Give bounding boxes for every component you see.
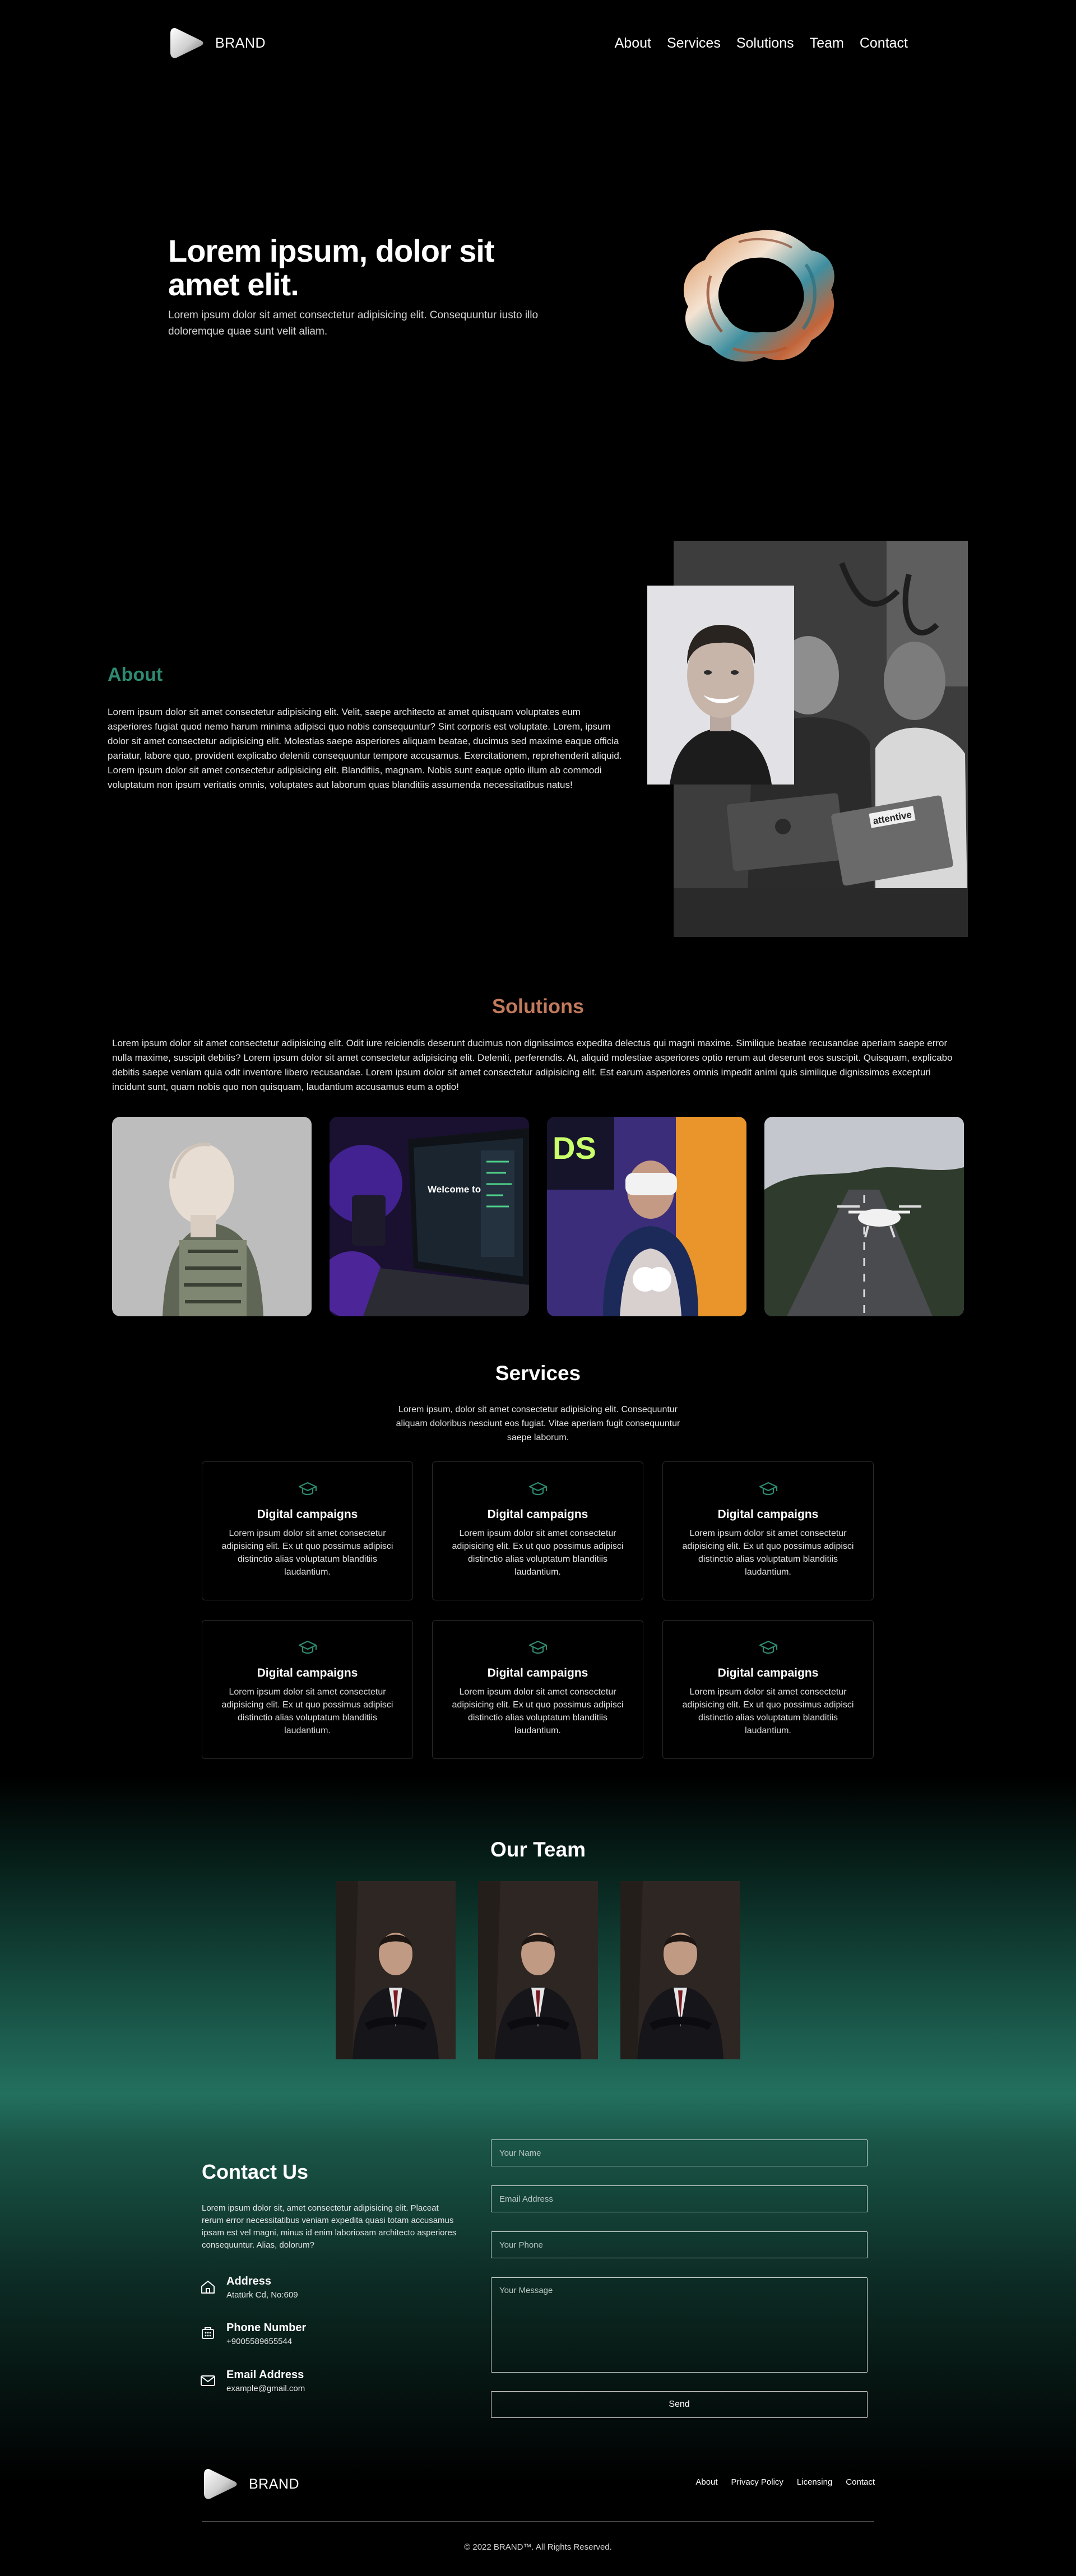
graduation-cap-icon <box>759 1482 777 1496</box>
solutions-title: Solutions <box>492 995 584 1018</box>
graduation-cap-icon <box>528 1640 547 1654</box>
about-title: About <box>108 664 163 685</box>
address-value: Atatürk Cd, No:609 <box>226 2290 298 2300</box>
service-card[interactable]: Digital campaigns Lorem ipsum dolor sit … <box>662 1620 874 1759</box>
contact-text: Lorem ipsum dolor sit, amet consectetur … <box>202 2203 457 2250</box>
services-title: Services <box>495 1362 581 1385</box>
service-card-title: Digital campaigns <box>487 1667 588 1679</box>
footer-brand-name: BRAND <box>249 2476 300 2492</box>
solution-card-vr[interactable]: DS <box>547 1117 746 1316</box>
solutions-text: Lorem ipsum dolor sit amet consectetur a… <box>112 1038 953 1092</box>
hero-title: Lorem ipsum, dolor sit amet elit. <box>168 233 495 302</box>
email-input[interactable] <box>491 2185 868 2212</box>
footer-link-contact[interactable]: Contact <box>846 2477 875 2487</box>
services-text: Lorem ipsum, dolor sit amet consectetur … <box>396 1405 680 1442</box>
service-card[interactable]: Digital campaigns Lorem ipsum dolor sit … <box>202 1461 413 1600</box>
service-card-text: Lorem ipsum dolor sit amet consectetur a… <box>682 1529 854 1577</box>
phone-value: +9005589655544 <box>226 2337 293 2346</box>
team-member-card[interactable] <box>478 1881 598 2059</box>
about-text: Lorem ipsum dolor sit amet consectetur a… <box>108 707 622 790</box>
email-value: example@gmail.com <box>226 2384 305 2393</box>
footer-divider <box>202 2521 874 2522</box>
hero-subtitle: Lorem ipsum dolor sit amet consectetur a… <box>168 309 539 337</box>
phone-icon <box>202 2327 214 2339</box>
solution-card-robot[interactable] <box>112 1117 312 1316</box>
message-textarea[interactable] <box>491 2277 868 2373</box>
team-grid <box>336 1881 740 2059</box>
service-card[interactable]: Digital campaigns Lorem ipsum dolor sit … <box>202 1620 413 1759</box>
team-member-card[interactable] <box>620 1881 740 2059</box>
team-member-photo <box>478 1881 598 2059</box>
send-button[interactable]: Send <box>491 2391 868 2418</box>
address-label: Address <box>226 2275 272 2287</box>
graduation-cap-icon <box>759 1640 777 1654</box>
service-card-title: Digital campaigns <box>717 1667 819 1679</box>
service-card[interactable]: Digital campaigns Lorem ipsum dolor sit … <box>662 1461 874 1600</box>
home-icon <box>201 2281 215 2294</box>
team-member-card[interactable] <box>336 1881 456 2059</box>
ds-sign-text: DS <box>553 1130 596 1166</box>
team-member-photo <box>336 1881 456 2059</box>
nav-link-team[interactable]: Team <box>810 35 844 52</box>
brand[interactable]: BRAND <box>168 25 266 62</box>
copyright: © 2022 BRAND™. All Rights Reserved. <box>464 2542 612 2552</box>
nav-link-contact[interactable]: Contact <box>860 35 908 52</box>
drone-road-image <box>764 1117 964 1316</box>
contact-email: Email Address example@gmail.com <box>200 2369 305 2393</box>
graduation-cap-icon <box>298 1482 317 1496</box>
contact-phone: Phone Number +9005589655544 <box>200 2322 306 2346</box>
nav-link-services[interactable]: Services <box>667 35 721 52</box>
footer-brand[interactable]: BRAND <box>202 2464 299 2504</box>
vr-headset-person-image: DS <box>547 1117 746 1316</box>
nav-link-solutions[interactable]: Solutions <box>736 35 794 52</box>
solution-card-laptop[interactable]: Welcome to Pyth <box>330 1117 529 1316</box>
contact-address: Address Atatürk Cd, No:609 <box>200 2275 298 2300</box>
services-grid: Digital campaigns Lorem ipsum dolor sit … <box>202 1461 874 1759</box>
contact-title: Contact Us <box>202 2160 309 2183</box>
brand-name: BRAND <box>215 35 266 51</box>
service-card-title: Digital campaigns <box>717 1508 819 1521</box>
phone-input[interactable] <box>491 2231 868 2258</box>
service-card[interactable]: Digital campaigns Lorem ipsum dolor sit … <box>432 1620 643 1759</box>
service-card-text: Lorem ipsum dolor sit amet consectetur a… <box>452 1687 624 1735</box>
email-label: Email Address <box>226 2369 304 2381</box>
service-card-text: Lorem ipsum dolor sit amet consectetur a… <box>221 1687 393 1735</box>
envelope-icon <box>201 2375 215 2386</box>
phone-label: Phone Number <box>226 2322 307 2334</box>
service-card-text: Lorem ipsum dolor sit amet consectetur a… <box>682 1687 854 1735</box>
team-title: Our Team <box>490 1838 586 1861</box>
nav-links: About Services Solutions Team Contact <box>615 35 908 52</box>
brand-logo-icon <box>202 2464 239 2504</box>
footer-link-privacy-policy[interactable]: Privacy Policy <box>731 2477 783 2487</box>
footer-links: About Privacy Policy Licensing Contact <box>695 2477 875 2487</box>
robot-image <box>112 1117 312 1316</box>
service-card-text: Lorem ipsum dolor sit amet consectetur a… <box>452 1529 624 1577</box>
service-card[interactable]: Digital campaigns Lorem ipsum dolor sit … <box>432 1461 643 1600</box>
top-nav: BRAND About Services Solutions Team Cont… <box>168 24 908 63</box>
footer-link-about[interactable]: About <box>695 2477 717 2487</box>
about-portrait-photo <box>647 586 794 785</box>
smiling-man-portrait-image <box>647 586 794 785</box>
name-input[interactable] <box>491 2139 868 2166</box>
graduation-cap-icon <box>298 1640 317 1654</box>
service-card-title: Digital campaigns <box>257 1667 358 1679</box>
service-card-text: Lorem ipsum dolor sit amet consectetur a… <box>221 1529 393 1577</box>
hero-abstract-ring-image <box>683 230 834 362</box>
service-card-title: Digital campaigns <box>257 1508 358 1521</box>
solution-card-drone[interactable] <box>764 1117 964 1316</box>
solutions-gallery: Welcome to Pyth DS <box>112 1117 964 1316</box>
brand-logo-icon <box>168 25 205 62</box>
footer-link-licensing[interactable]: Licensing <box>797 2477 832 2487</box>
team-member-photo <box>620 1881 740 2059</box>
laptop-code-image: Welcome to Pyth <box>330 1117 529 1316</box>
graduation-cap-icon <box>528 1482 547 1496</box>
service-card-title: Digital campaigns <box>487 1508 588 1521</box>
nav-link-about[interactable]: About <box>615 35 651 52</box>
